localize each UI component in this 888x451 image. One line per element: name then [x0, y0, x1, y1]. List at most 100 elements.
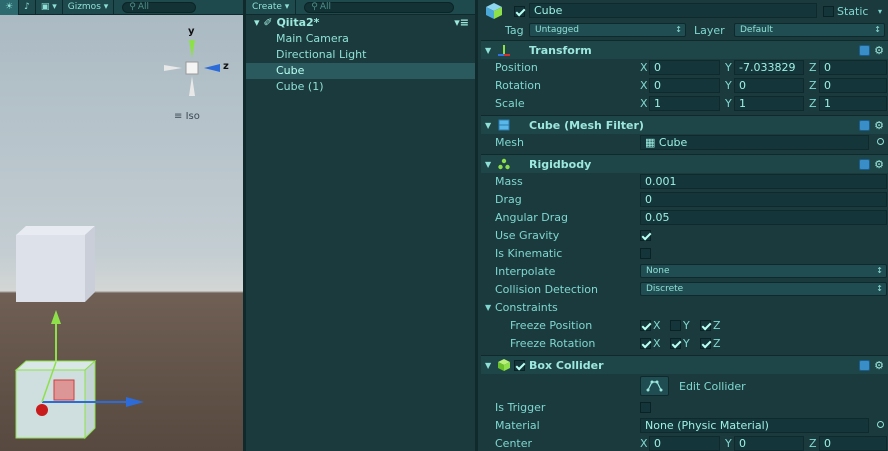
scale-y-field[interactable]: 1: [734, 95, 804, 111]
neg-x-cone[interactable]: [164, 65, 182, 71]
mass-field[interactable]: 0.001: [640, 173, 887, 189]
edit-collider-button[interactable]: [640, 376, 669, 396]
neg-y-cone[interactable]: [189, 76, 195, 96]
center-y-field[interactable]: 0: [734, 435, 804, 451]
scene-menu-icon[interactable]: ▾≡: [454, 15, 469, 31]
active-checkbox[interactable]: [514, 5, 525, 17]
hierarchy-item-cube[interactable]: Cube: [246, 63, 475, 79]
freeze-rotation-x-label: X: [653, 336, 661, 350]
object-picker-icon[interactable]: [877, 421, 884, 428]
fold-arrow-icon[interactable]: ▼: [485, 160, 491, 169]
freeze-position-x-checkbox[interactable]: [640, 319, 651, 331]
scale-z-field[interactable]: 1: [819, 95, 887, 111]
move-x-handle[interactable]: [36, 404, 48, 416]
cube1-front[interactable]: [16, 235, 85, 302]
create-dropdown[interactable]: Create ▾: [246, 0, 297, 15]
cube1-side[interactable]: [85, 226, 95, 302]
help-book-icon[interactable]: [859, 359, 871, 371]
y-axis-cone[interactable]: [189, 40, 195, 58]
is-kinematic-checkbox[interactable]: [640, 247, 651, 259]
scale-row: Scale X 1 Y 1 Z 1: [481, 94, 888, 112]
freeze-rotation-y-checkbox[interactable]: [670, 337, 681, 349]
center-z-field[interactable]: 0: [819, 435, 887, 451]
scene-objects[interactable]: [0, 220, 160, 451]
freeze-position-y-checkbox[interactable]: [670, 319, 681, 331]
freeze-rotation-z-checkbox[interactable]: [700, 337, 711, 349]
scale-x-field[interactable]: 1: [649, 95, 720, 111]
move-z-arrow-icon[interactable]: [126, 397, 144, 407]
scene-view[interactable]: ☀ ♪ ▣ ▾ Gizmos ▾ ⚲ All y z ≡ Iso: [0, 0, 243, 451]
box-collider-enabled-checkbox[interactable]: [514, 359, 525, 371]
is-trigger-label: Is Trigger: [495, 400, 546, 414]
axis-z-label: Z: [809, 78, 817, 92]
help-book-icon[interactable]: [859, 119, 871, 131]
drag-field[interactable]: 0: [640, 191, 887, 207]
object-picker-icon[interactable]: [877, 138, 884, 145]
fold-arrow-icon[interactable]: ▼: [485, 361, 491, 370]
z-axis-cone[interactable]: [204, 64, 220, 72]
is-trigger-checkbox[interactable]: [640, 401, 651, 413]
axis-x-label: X: [640, 96, 648, 110]
transform-header[interactable]: ▼ Transform ⚙: [481, 40, 888, 59]
mesh-object-field[interactable]: ▦ Cube: [640, 134, 869, 150]
hierarchy-item-main-camera[interactable]: Main Camera: [246, 31, 475, 47]
scene-search-placeholder: All: [137, 2, 150, 12]
move-y-arrow-icon[interactable]: [51, 310, 61, 324]
gear-icon[interactable]: ⚙: [874, 159, 884, 170]
object-name-input[interactable]: Cube: [529, 3, 817, 18]
fold-arrow-icon[interactable]: ▼: [485, 46, 491, 55]
gear-icon[interactable]: ⚙: [874, 45, 884, 56]
use-gravity-checkbox[interactable]: [640, 229, 651, 241]
constraints-row[interactable]: ▼ Constraints: [481, 298, 888, 316]
rotation-x-field[interactable]: 0: [649, 77, 720, 93]
hierarchy-search-input[interactable]: ⚲ All: [304, 1, 455, 13]
center-x-field[interactable]: 0: [649, 435, 720, 451]
position-z-field[interactable]: 0: [819, 59, 887, 75]
scene-search-input[interactable]: ⚲ All: [122, 1, 197, 13]
position-x-field[interactable]: 0: [649, 59, 720, 75]
angular-drag-field[interactable]: 0.05: [640, 209, 887, 225]
scene-name: Qiita2*: [276, 16, 320, 29]
move-plane-handle[interactable]: [53, 379, 75, 401]
box-collider-header[interactable]: ▼ Box Collider ⚙: [481, 355, 888, 374]
rotation-z-field[interactable]: 0: [819, 77, 887, 93]
gizmos-dropdown[interactable]: Gizmos ▾: [63, 0, 115, 15]
material-label: Material: [495, 418, 540, 432]
audio-icon[interactable]: ♪: [19, 0, 36, 15]
help-book-icon[interactable]: [859, 44, 871, 56]
hierarchy-item-directional-light[interactable]: Directional Light: [246, 47, 475, 63]
sun-icon[interactable]: ☀: [0, 0, 20, 15]
freeze-rotation-x-checkbox[interactable]: [640, 337, 651, 349]
fold-arrow-icon[interactable]: ▾: [254, 16, 260, 29]
static-dropdown-icon[interactable]: ▾: [878, 7, 882, 16]
cube2-side[interactable]: [84, 359, 96, 440]
image-effects-icon[interactable]: ▣ ▾: [36, 0, 63, 15]
cube2-front[interactable]: [15, 369, 86, 439]
collision-detection-dropdown[interactable]: Discrete: [640, 282, 887, 296]
position-y-field[interactable]: -7.033829: [734, 59, 804, 75]
static-checkbox[interactable]: [823, 5, 834, 17]
use-gravity-row: Use Gravity: [481, 226, 888, 244]
cube1-top[interactable]: [16, 226, 95, 235]
hierarchy-item-cube-1[interactable]: Cube (1): [246, 79, 475, 95]
gear-icon[interactable]: ⚙: [874, 360, 884, 371]
gear-icon[interactable]: ⚙: [874, 120, 884, 131]
help-book-icon[interactable]: [859, 158, 871, 170]
fold-arrow-icon[interactable]: ▼: [485, 121, 491, 130]
gizmo-y-label: y: [188, 26, 195, 37]
mesh-filter-header[interactable]: ▼ Cube (Mesh Filter) ⚙: [481, 115, 888, 134]
rotation-y-field[interactable]: 0: [734, 77, 804, 93]
interpolate-dropdown[interactable]: None: [640, 264, 887, 278]
layer-dropdown[interactable]: Default: [734, 23, 885, 37]
hierarchy-toolbar: Create ▾ ⚲ All: [246, 0, 475, 15]
material-object-field[interactable]: None (Physic Material): [640, 417, 869, 433]
tag-dropdown[interactable]: Untagged: [529, 23, 686, 37]
axis-z-label: Z: [809, 96, 817, 110]
fold-arrow-icon[interactable]: ▼: [485, 303, 491, 312]
center-cube[interactable]: [185, 61, 199, 75]
orientation-gizmo[interactable]: [158, 34, 224, 100]
projection-toggle[interactable]: ≡ Iso: [174, 111, 200, 122]
freeze-position-z-checkbox[interactable]: [700, 319, 711, 331]
rigidbody-header[interactable]: ▼ Rigidbody ⚙: [481, 154, 888, 173]
scene-root-row[interactable]: ▾ ✐ Qiita2* ▾≡: [246, 15, 475, 31]
